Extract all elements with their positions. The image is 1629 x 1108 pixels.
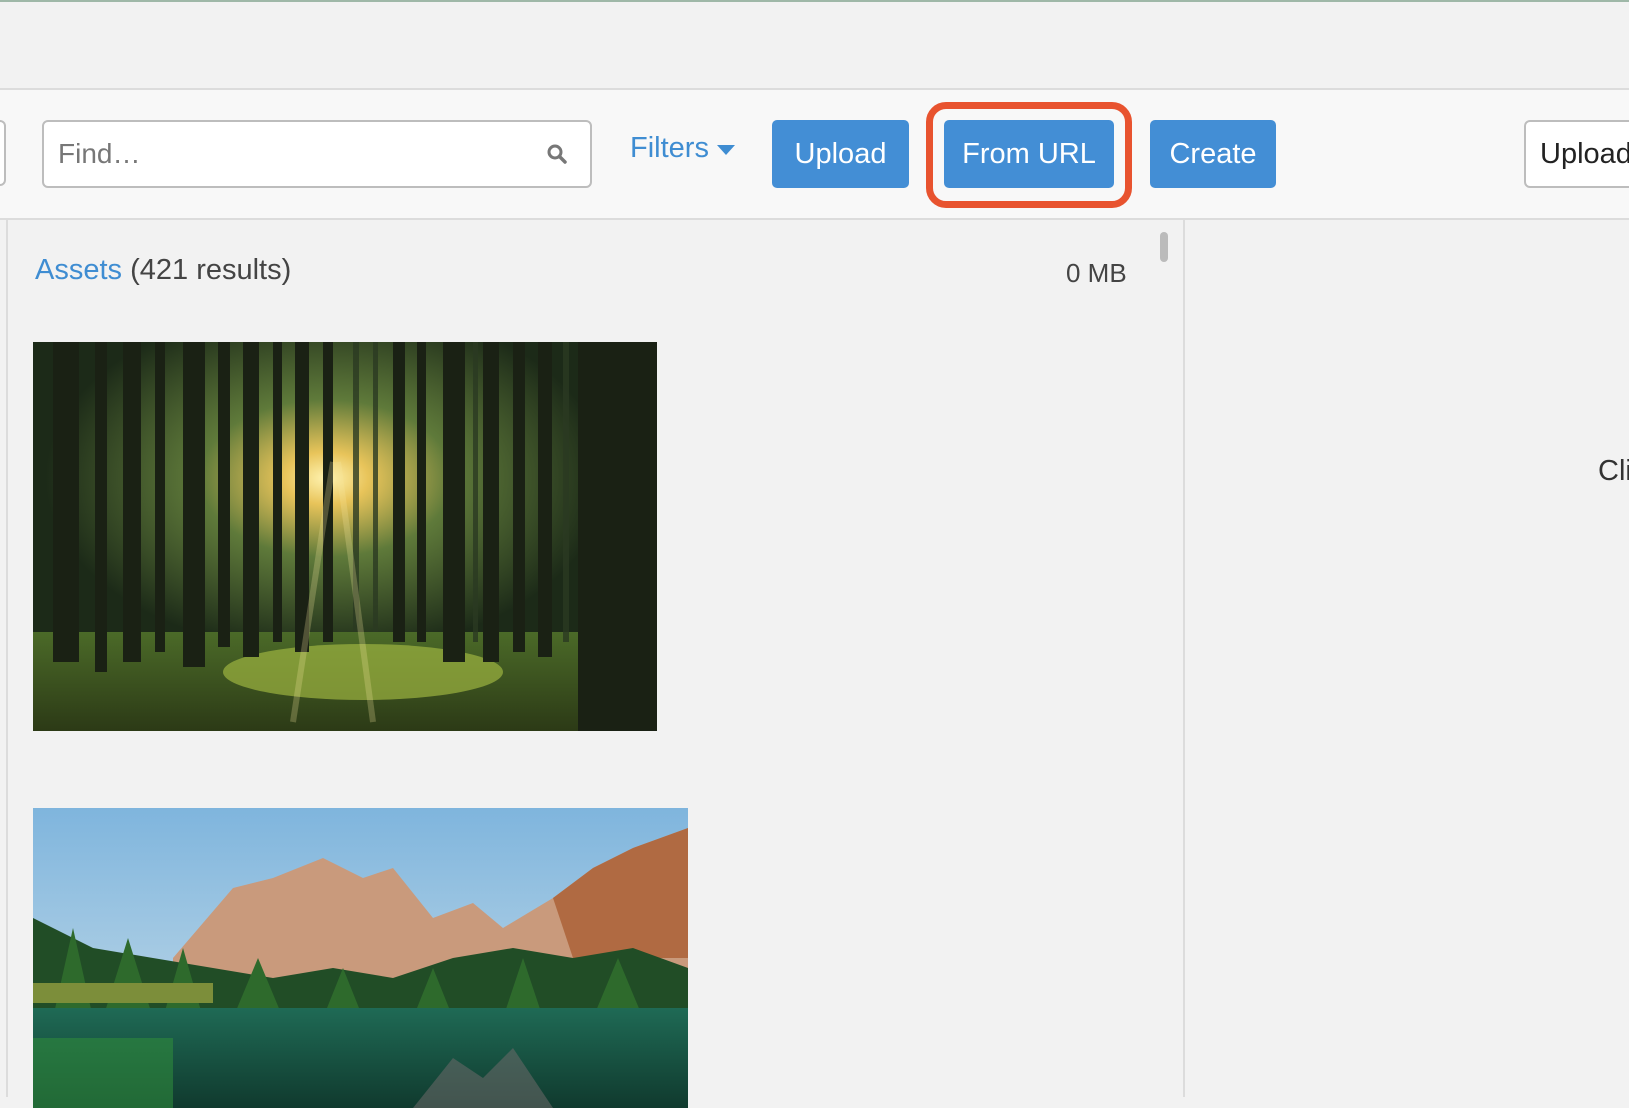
filters-label: Filters — [630, 132, 709, 164]
assets-header: Assets (421 results) — [35, 254, 291, 287]
asset-thumbnail-forest[interactable] — [33, 342, 657, 731]
details-hint-text: Cli — [1598, 455, 1629, 487]
scrollbar-thumb[interactable] — [1160, 232, 1168, 262]
create-button[interactable]: Create — [1150, 120, 1276, 188]
left-toolbar-control[interactable] — [0, 120, 6, 186]
search-box[interactable] — [42, 120, 592, 188]
upload-button[interactable]: Upload — [772, 120, 909, 188]
assets-link[interactable]: Assets — [35, 254, 122, 286]
assets-panel: Assets (421 results) 0 MB — [0, 220, 1185, 1108]
upload-dropdown-button[interactable]: Upload — [1524, 120, 1629, 188]
total-size: 0 MB — [1066, 258, 1127, 288]
results-count: (421 results) — [130, 254, 292, 286]
details-panel — [1185, 220, 1629, 1097]
asset-thumbnail-mountain-lake[interactable] — [33, 808, 688, 1108]
panel-divider — [0, 220, 8, 1097]
filters-dropdown[interactable]: Filters — [630, 132, 735, 165]
search-icon[interactable] — [546, 143, 568, 165]
caret-down-icon — [716, 145, 735, 155]
search-input[interactable] — [58, 122, 528, 186]
from-url-button[interactable]: From URL — [944, 120, 1114, 188]
toolbar: Filters Upload From URL Create Upload — [0, 90, 1629, 220]
top-bar — [0, 2, 1629, 90]
